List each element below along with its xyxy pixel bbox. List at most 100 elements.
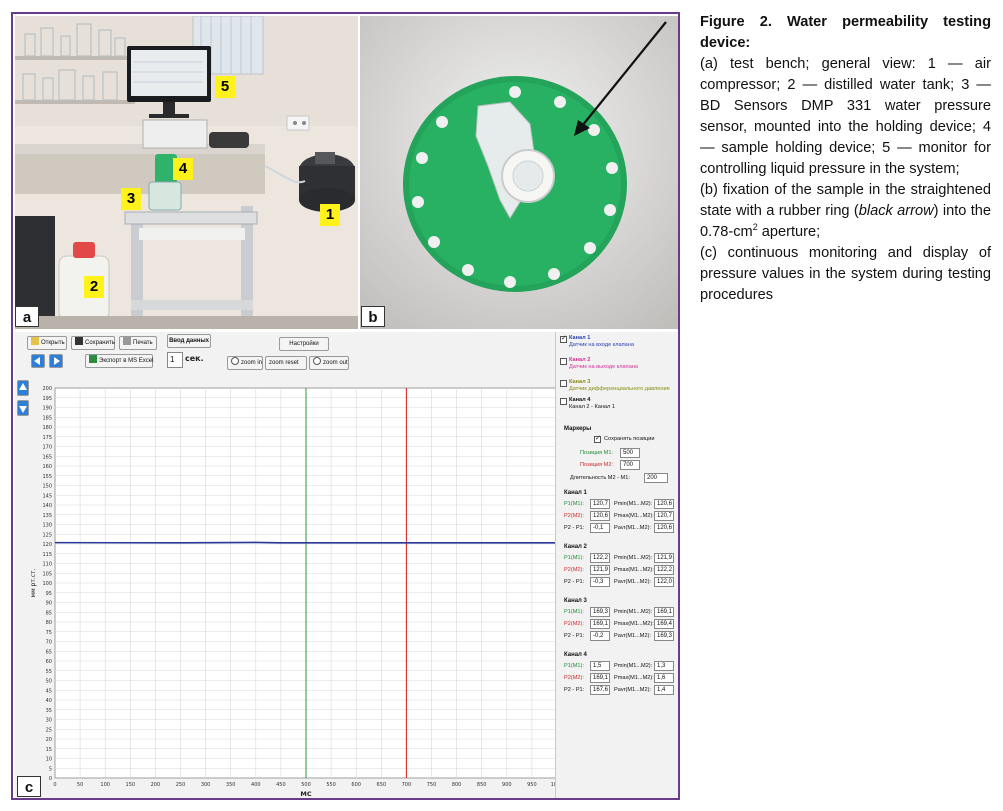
readout-1-pavg-value: 120,6 bbox=[654, 523, 674, 533]
folder-icon bbox=[31, 337, 39, 345]
zoom-in-label: zoom in bbox=[241, 360, 263, 366]
readout-4-pavg-value: 1,4 bbox=[654, 685, 674, 695]
p1-label: P1(M1): bbox=[564, 501, 584, 507]
x-tick-label: 450 bbox=[276, 782, 286, 788]
readout-1-title: Канал 1 bbox=[564, 490, 587, 496]
duration-input[interactable]: 200 bbox=[644, 473, 668, 483]
y-tick-label: 40 bbox=[46, 698, 52, 704]
save-button[interactable]: Сохранить bbox=[71, 336, 115, 350]
markers-title: Маркеры bbox=[564, 426, 592, 432]
y-tick-label: 75 bbox=[46, 630, 52, 636]
arrow-left-icon bbox=[34, 357, 40, 365]
x-axis-label: МС bbox=[300, 790, 311, 798]
magnifier-icon bbox=[313, 357, 321, 365]
y-tick-label: 25 bbox=[46, 727, 52, 733]
pmin-label: Pmin(M1...M2): bbox=[614, 663, 653, 669]
y-tick-label: 0 bbox=[49, 776, 52, 782]
label-1-compressor: 1 bbox=[320, 204, 340, 226]
m2-position-label: Позиция М2: bbox=[580, 462, 613, 468]
pavg-label: Pavr(M1...M2): bbox=[614, 579, 651, 585]
readout-1-pmin-value: 120,6 bbox=[654, 499, 674, 509]
p2-label: P2(M2): bbox=[564, 513, 584, 519]
x-tick-label: 300 bbox=[201, 782, 211, 788]
scroll-left-button[interactable] bbox=[31, 354, 45, 368]
caption-item-c: (c) continuous monitoring and display of… bbox=[700, 245, 991, 303]
print-button[interactable]: Печать bbox=[119, 336, 157, 350]
panel-letter-c: c bbox=[17, 776, 41, 797]
pmin-label: Pmin(M1...M2): bbox=[614, 501, 653, 507]
y-tick-label: 35 bbox=[46, 708, 52, 714]
y-tick-label: 110 bbox=[42, 562, 52, 568]
y-tick-label: 50 bbox=[46, 679, 52, 685]
y-tick-label: 190 bbox=[42, 406, 52, 412]
channel-1-name: Канал 1 bbox=[569, 335, 591, 341]
x-tick-label: 550 bbox=[326, 782, 336, 788]
panel-c-software: Открыть Сохранить Печать Экспорт в MS Ex… bbox=[15, 332, 678, 798]
p2-minus-p1-label: P2 - P1: bbox=[564, 633, 585, 639]
readout-3-pmax-value: 169,4 bbox=[654, 619, 674, 629]
zoom-out-label: zoom out bbox=[323, 360, 348, 366]
scroll-right-button[interactable] bbox=[49, 354, 63, 368]
pavg-label: Pavr(M1...M2): bbox=[614, 525, 651, 531]
p1-label: P1(M1): bbox=[564, 555, 584, 561]
y-axis-label: мм рт.ст. bbox=[30, 568, 37, 597]
settings-button[interactable]: Настройки bbox=[279, 337, 329, 351]
channel-4-checkbox[interactable] bbox=[560, 398, 567, 405]
p2-minus-p1-label: P2 - P1: bbox=[564, 579, 585, 585]
x-tick-label: 800 bbox=[452, 782, 462, 788]
m2-position-input[interactable]: 700 bbox=[620, 460, 640, 470]
readout-1-p2-value: 120,6 bbox=[590, 511, 610, 521]
channel-3-name: Канал 3 bbox=[569, 379, 591, 385]
pmax-label: Pmax(M1...M2): bbox=[614, 675, 654, 681]
readout-3-delta-value: -0,2 bbox=[590, 631, 610, 641]
arrow-right-icon bbox=[54, 357, 60, 365]
channel-3-checkbox[interactable] bbox=[560, 380, 567, 387]
y-tick-label: 195 bbox=[42, 396, 52, 402]
panel-a-photo: 5 4 3 1 2 a bbox=[15, 16, 358, 329]
x-tick-label: 150 bbox=[126, 782, 136, 788]
y-tick-label: 5 bbox=[49, 766, 52, 772]
readout-4-pmin-value: 1,3 bbox=[654, 661, 674, 671]
save-positions-checkbox[interactable]: ✓ bbox=[594, 435, 601, 443]
sample-holder-photo bbox=[360, 16, 678, 329]
y-tick-label: 175 bbox=[42, 435, 52, 441]
y-tick-label: 30 bbox=[46, 718, 52, 724]
readout-1-delta-value: -0,1 bbox=[590, 523, 610, 533]
open-label: Открыть bbox=[41, 340, 65, 346]
floppy-icon bbox=[75, 337, 83, 345]
y-tick-label: 90 bbox=[46, 601, 52, 607]
readout-1-pmax-value: 120,7 bbox=[654, 511, 674, 521]
channel-3-description: Датчик дифференциального давления bbox=[569, 386, 670, 392]
pmax-label: Pmax(M1...M2): bbox=[614, 567, 654, 573]
p2-minus-p1-label: P2 - P1: bbox=[564, 525, 585, 531]
zoom-reset-label: zoom reset bbox=[269, 360, 299, 366]
readout-1-p1-value: 120,7 bbox=[590, 499, 610, 509]
y-tick-label: 55 bbox=[46, 669, 52, 675]
magnifier-icon bbox=[231, 357, 239, 365]
p1-label: P1(M1): bbox=[564, 609, 584, 615]
channel-2-checkbox[interactable] bbox=[560, 358, 567, 365]
readout-4-pmax-value: 1,6 bbox=[654, 673, 674, 683]
y-tick-label: 105 bbox=[42, 571, 52, 577]
export-excel-button[interactable]: Экспорт в MS Excel bbox=[85, 354, 153, 368]
x-tick-label: 750 bbox=[427, 782, 437, 788]
label-5-monitor: 5 bbox=[215, 76, 235, 98]
y-tick-label: 115 bbox=[42, 552, 52, 558]
channel-4-description: Канал 2 - Канал 1 bbox=[569, 404, 615, 410]
label-4-sample-holder: 4 bbox=[173, 158, 193, 180]
pmax-label: Pmax(M1...M2): bbox=[614, 513, 654, 519]
y-tick-label: 95 bbox=[46, 591, 52, 597]
readout-4-delta-value: 167,6 bbox=[590, 685, 610, 695]
channel-1-checkbox[interactable]: ✓ bbox=[560, 335, 567, 343]
open-button[interactable]: Открыть bbox=[27, 336, 67, 350]
pavg-label: Pavr(M1...M2): bbox=[614, 633, 651, 639]
data-input-button[interactable]: Ввод данных bbox=[167, 334, 211, 348]
p1-label: P1(M1): bbox=[564, 663, 584, 669]
m1-position-input[interactable]: 500 bbox=[620, 448, 640, 458]
channel-4-name: Канал 4 bbox=[569, 397, 591, 403]
p2-minus-p1-label: P2 - P1: bbox=[564, 687, 585, 693]
panel-letter-b: b bbox=[361, 306, 385, 327]
pmax-label: Pmax(M1...M2): bbox=[614, 621, 654, 627]
caption-item-b-italic: black arrow bbox=[858, 203, 934, 219]
interval-input[interactable]: 1 bbox=[167, 352, 183, 368]
